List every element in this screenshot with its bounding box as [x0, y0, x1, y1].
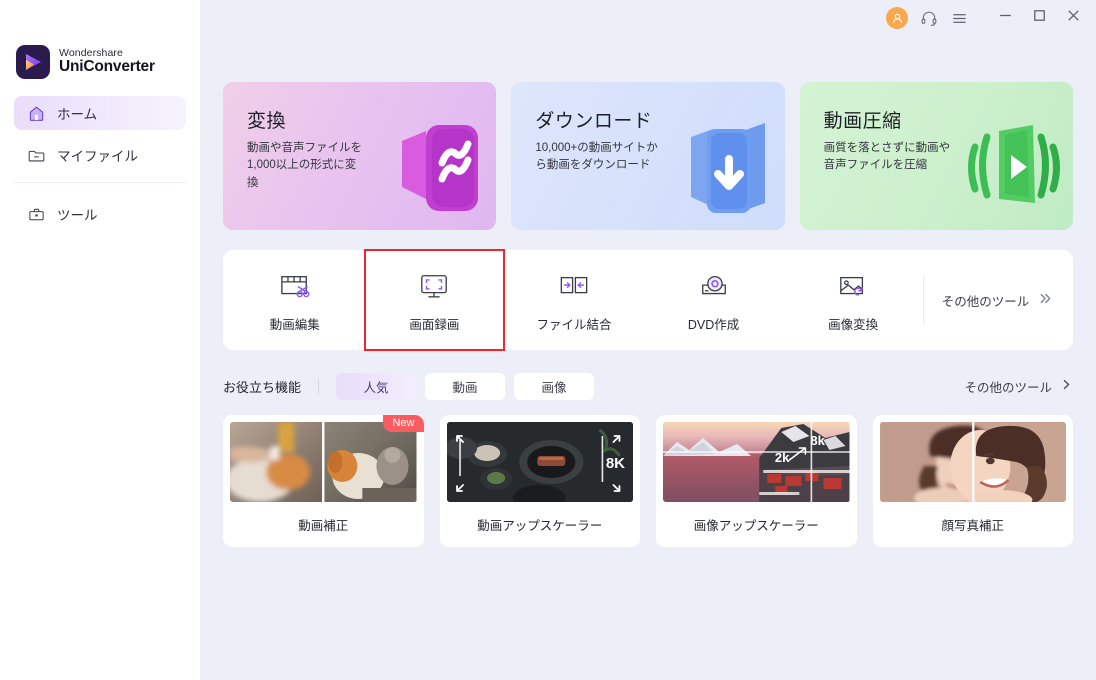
feature-thumbnail: 8K	[446, 422, 633, 502]
feature-thumbnail	[230, 422, 417, 502]
app-logo: Wondershare UniConverter	[0, 0, 200, 86]
menu-button[interactable]	[944, 3, 974, 33]
dvd-burn-icon	[698, 268, 730, 302]
new-badge: New	[383, 415, 424, 432]
feature-label: 動画補正	[298, 519, 349, 533]
hero-card-desc: 10,000+の動画サイトか ら動画をダウンロード	[535, 142, 658, 172]
screen-record-icon	[418, 268, 450, 302]
filter-chip-video[interactable]: 動画	[425, 372, 506, 400]
hero-cards: 変換 動画や音声ファイルを 1,000以上の形式に変 換 ダウンロード 10,0…	[223, 82, 1073, 230]
feature-cards: New 動画補正 8K 動画アップスケーラー 2k 8k 画像アップスケーラー …	[223, 415, 1073, 547]
compress-icon	[961, 107, 1067, 228]
toolbox-icon	[26, 204, 46, 224]
hero-card-desc: 画質を落とさずに動画や 音声ファイルを圧縮	[823, 142, 951, 172]
tool-label: DVD作成	[687, 317, 740, 332]
minimize-button[interactable]	[988, 3, 1022, 33]
sidebar-item-tools[interactable]: ツール	[14, 197, 186, 231]
account-button[interactable]	[884, 3, 914, 33]
feature-label: 動画アップスケーラー	[477, 519, 603, 533]
sidebar-divider	[14, 182, 186, 183]
tool-image-convert[interactable]: 画像変換	[783, 250, 923, 350]
uniconverter-logo-icon	[16, 45, 50, 79]
filter-section-title: お役立ち機能	[223, 379, 302, 395]
image-convert-icon	[837, 268, 869, 302]
hero-card-compress[interactable]: 動画圧縮 画質を落とさずに動画や 音声ファイルを圧縮	[799, 82, 1073, 230]
svg-text:2k: 2k	[775, 450, 790, 465]
filter-chip-image[interactable]: 画像	[514, 372, 595, 400]
merge-files-icon	[558, 268, 590, 302]
sidebar-item-home[interactable]: ホーム	[14, 96, 186, 130]
close-icon	[1066, 8, 1081, 28]
feature-label: 画像アップスケーラー	[693, 519, 819, 533]
tool-video-edit[interactable]: 動画編集	[225, 250, 365, 350]
hero-card-convert[interactable]: 変換 動画や音声ファイルを 1,000以上の形式に変 換	[223, 82, 497, 230]
filter-chip-popular[interactable]: 人気	[336, 372, 417, 400]
user-avatar-icon	[886, 7, 908, 29]
filter-chip-label: 人気	[363, 380, 389, 395]
double-chevron-right-icon	[1038, 291, 1053, 309]
sidebar: Wondershare UniConverter ホーム マイファイル ツール	[0, 0, 200, 680]
tool-label: ファイル結合	[536, 317, 612, 332]
chevron-right-icon	[1060, 378, 1073, 394]
brand-name-large: UniConverter	[59, 58, 155, 76]
headset-icon	[920, 9, 938, 27]
sidebar-item-label: ホーム	[57, 107, 98, 122]
main-content: 変換 動画や音声ファイルを 1,000以上の形式に変 換 ダウンロード 10,0…	[200, 0, 1096, 680]
home-icon	[26, 103, 46, 123]
download-icon	[673, 107, 779, 228]
tool-screen-record[interactable]: 画面録画	[363, 249, 506, 351]
filter-row: お役立ち機能 人気 動画 画像 その他のツール	[223, 371, 1073, 401]
tool-label: 画像変換	[828, 317, 879, 332]
sidebar-item-my-files[interactable]: マイファイル	[14, 138, 186, 172]
feature-label: 顔写真補正	[941, 519, 1004, 533]
tools-strip: 動画編集 画面録画 ファイル結合 DVD作成 画像変換 その他のツール	[223, 249, 1073, 351]
feature-card-video-enhancer[interactable]: New 動画補正	[223, 415, 424, 547]
filter-divider	[318, 378, 320, 394]
feature-thumbnail	[879, 422, 1066, 502]
svg-text:8k: 8k	[810, 433, 825, 448]
more-tools-label: その他のツール	[941, 294, 1030, 309]
feature-card-image-upscaler[interactable]: 2k 8k 画像アップスケーラー	[656, 415, 857, 547]
tool-label: 画面録画	[409, 317, 460, 332]
feature-card-video-upscaler[interactable]: 8K 動画アップスケーラー	[439, 415, 640, 547]
sidebar-item-label: マイファイル	[57, 149, 138, 164]
hamburger-menu-icon	[951, 10, 968, 27]
maximize-icon	[1032, 8, 1047, 28]
convert-icon	[384, 107, 490, 228]
video-edit-icon	[279, 268, 311, 302]
close-button[interactable]	[1056, 3, 1090, 33]
tool-label: 動画編集	[269, 317, 320, 332]
filter-chip-label: 動画	[452, 380, 478, 395]
window-titlebar	[400, 0, 1096, 36]
hero-card-desc: 動画や音声ファイルを 1,000以上の形式に変 換	[247, 142, 362, 189]
hero-card-download[interactable]: ダウンロード 10,000+の動画サイトか ら動画をダウンロード	[511, 82, 785, 230]
more-tools-button[interactable]: その他のツール	[922, 277, 1071, 323]
content-area: 変換 動画や音声ファイルを 1,000以上の形式に変 換 ダウンロード 10,0…	[200, 36, 1096, 547]
more-tools-link[interactable]: その他のツール	[964, 377, 1073, 396]
minimize-icon	[998, 8, 1013, 28]
tool-merge-files[interactable]: ファイル結合	[504, 250, 644, 350]
tool-dvd-burn[interactable]: DVD作成	[644, 250, 784, 350]
feature-card-portrait-enhancer[interactable]: 顔写真補正	[872, 415, 1073, 547]
maximize-button[interactable]	[1022, 3, 1056, 33]
feature-thumbnail: 2k 8k	[663, 422, 850, 502]
folder-icon	[26, 145, 46, 165]
filter-chip-label: 画像	[541, 380, 567, 395]
app-window: Wondershare UniConverter ホーム マイファイル ツール …	[0, 0, 1096, 680]
support-button[interactable]	[914, 3, 944, 33]
svg-text:8K: 8K	[605, 455, 624, 472]
sidebar-nav: ホーム マイファイル ツール	[0, 86, 200, 231]
sidebar-item-label: ツール	[57, 208, 98, 223]
more-tools-link-label: その他のツール	[964, 380, 1052, 395]
